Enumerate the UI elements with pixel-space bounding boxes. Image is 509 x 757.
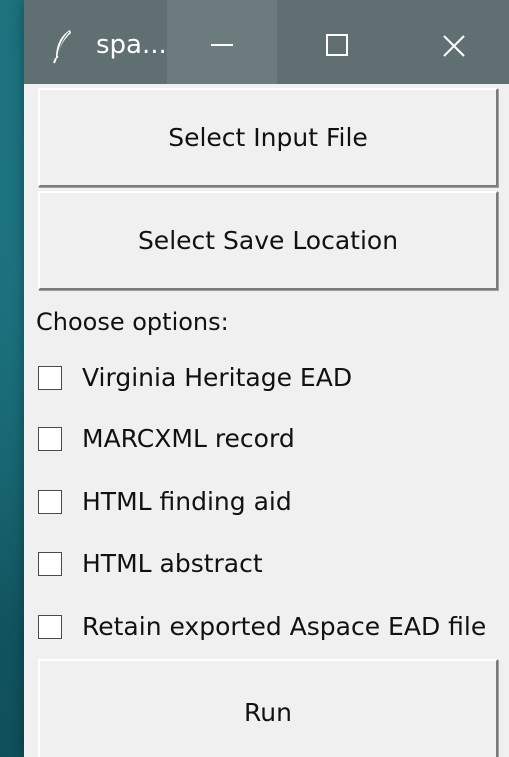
option-label: HTML finding aid [82,487,292,516]
maximize-button[interactable] [283,0,393,84]
title-bar[interactable]: spa... [24,0,509,84]
option-html-abstract[interactable]: HTML abstract [38,546,508,586]
app-window: spa... Select Input File Select Save Loc… [24,0,509,757]
feather-icon [52,28,74,64]
checkbox[interactable] [38,615,62,639]
checkbox[interactable] [38,366,62,390]
option-marcxml-record[interactable]: MARCXML record [38,421,508,461]
select-input-file-label: Select Input File [168,123,368,152]
checkbox[interactable] [38,427,62,451]
option-virginia-heritage-ead[interactable]: Virginia Heritage EAD [38,360,508,400]
option-label: Virginia Heritage EAD [82,363,353,392]
window-title: spa... [96,30,167,60]
checkbox[interactable] [38,552,62,576]
option-label: HTML abstract [82,549,263,578]
checkbox[interactable] [38,490,62,514]
option-retain-aspace-ead[interactable]: Retain exported Aspace EAD file [38,609,508,649]
options-heading: Choose options: [36,308,229,336]
run-button[interactable]: Run [38,659,498,757]
close-button[interactable] [399,0,509,84]
option-label: Retain exported Aspace EAD file [82,612,487,641]
option-label: MARCXML record [82,424,295,453]
run-label: Run [244,698,292,727]
select-save-location-button[interactable]: Select Save Location [38,191,498,290]
select-input-file-button[interactable]: Select Input File [38,88,498,187]
minimize-button[interactable] [167,0,277,84]
select-save-location-label: Select Save Location [137,226,399,255]
option-html-finding-aid[interactable]: HTML finding aid [38,484,508,524]
